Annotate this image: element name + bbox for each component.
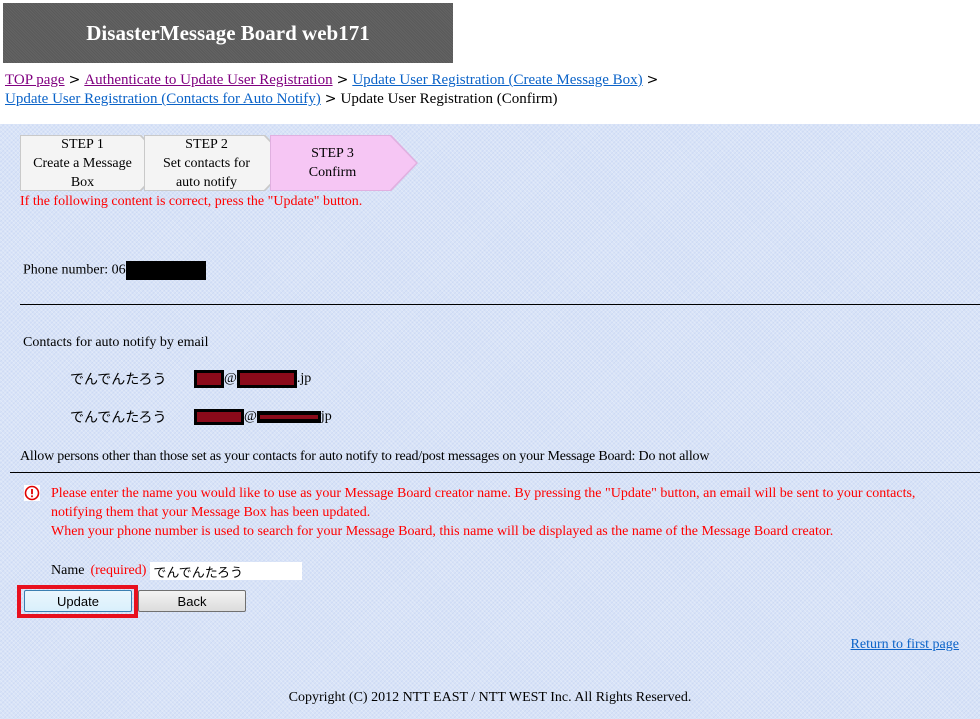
redacted-email-user <box>194 370 224 388</box>
breadcrumb-current: Update User Registration (Confirm) <box>340 91 558 107</box>
step-2-title: STEP 2 <box>185 136 228 152</box>
required-marker: (required) <box>90 563 147 578</box>
warning-circle-icon <box>24 485 40 501</box>
app-title: DisasterMessage Board web171 <box>86 20 370 45</box>
redacted-phone <box>125 261 206 280</box>
breadcrumb-separator: > <box>68 72 81 88</box>
divider <box>20 304 980 305</box>
breadcrumb: TOP page > Authenticate to Update User Reg… <box>5 71 975 109</box>
breadcrumb-separator: > <box>336 72 349 88</box>
step-2: STEP 2 Set contacts for auto notify <box>144 135 292 191</box>
email-domain-suffix: .jp <box>296 371 312 386</box>
email-at: @ <box>224 371 237 386</box>
allow-others-setting: Allow persons other than those set as yo… <box>20 449 710 464</box>
step-1-label-2: Box <box>70 174 95 190</box>
phone-label: Phone number <box>23 262 105 278</box>
instruction-text: If the following content is correct, pre… <box>20 194 363 209</box>
main-content: STEP 1 Create a Message Box STEP 2 Set c… <box>0 124 980 719</box>
redacted-email-domain <box>236 370 297 388</box>
phone-colon: : <box>104 262 109 278</box>
name-field-row: Name (required) <box>51 562 303 580</box>
phone-number-row: Phone number: 06 <box>23 261 206 280</box>
step-3-title: STEP 3 <box>311 146 354 161</box>
breadcrumb-authenticate[interactable]: Authenticate to Update User Registration <box>84 72 332 88</box>
divider <box>10 472 980 473</box>
notice-line-1: Please enter the name you would like to … <box>51 486 916 520</box>
breadcrumb-create-message-box[interactable]: Update User Registration (Create Message… <box>352 72 642 88</box>
contact-item: でんでんたろう @ jp <box>70 407 332 427</box>
email-at: @ <box>244 409 257 424</box>
redacted-email-user <box>194 409 244 425</box>
name-label: Name <box>51 563 85 578</box>
email-domain-suffix: jp <box>320 409 332 424</box>
breadcrumb-top-page[interactable]: TOP page <box>5 72 65 88</box>
step-1-title: STEP 1 <box>61 136 104 152</box>
copyright-text: Copyright (C) 2012 NTT EAST / NTT WEST I… <box>288 690 692 705</box>
name-input[interactable] <box>150 562 303 580</box>
notice-line-2: When your phone number is used to search… <box>51 524 834 539</box>
notice-message: Please enter the name you would like to … <box>24 484 964 541</box>
breadcrumb-separator: > <box>646 72 659 88</box>
breadcrumb-separator: > <box>324 91 337 107</box>
step-2-label: Set contacts for <box>162 155 251 171</box>
contact-name: でんでんたろう <box>70 410 167 426</box>
redacted-email-domain <box>256 411 321 423</box>
breadcrumb-contacts-auto-notify[interactable]: Update User Registration (Contacts for A… <box>5 91 321 107</box>
phone-prefix: 06 <box>111 262 126 278</box>
update-button[interactable]: Update <box>24 590 132 612</box>
step-2-label-2: auto notify <box>175 174 238 190</box>
back-button[interactable]: Back <box>138 590 246 612</box>
contact-item: でんでんたろう @ .jp <box>70 369 311 389</box>
return-to-first-page-link[interactable]: Return to first page <box>851 637 959 653</box>
contact-name: でんでんたろう <box>70 372 167 388</box>
step-3-active: STEP 3 Confirm <box>270 135 418 191</box>
contacts-title: Contacts for auto notify by email <box>23 335 209 350</box>
step-3-label: Confirm <box>308 165 357 180</box>
step-1-label: Create a Message <box>33 155 132 171</box>
app-header: DisasterMessage Board web171 <box>3 3 453 63</box>
